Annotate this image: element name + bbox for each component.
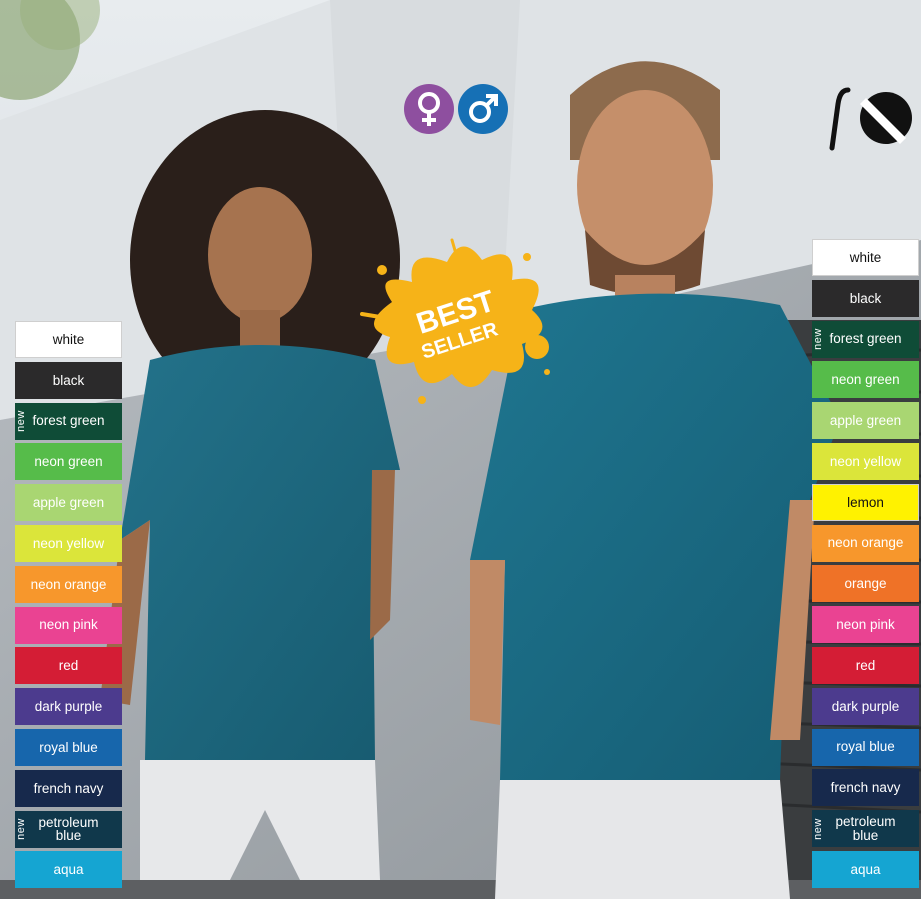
swatch-label: neon pink (39, 617, 98, 633)
color-swatch: lemon (812, 483, 919, 521)
swatch-label: dark purple (831, 698, 900, 714)
swatch-label: neon orange (30, 576, 107, 592)
color-swatch: white (15, 321, 122, 358)
swatch-label: lemon (847, 494, 884, 510)
color-swatch: neon yellow (812, 443, 919, 480)
swatch-label: orange (844, 576, 887, 592)
new-tag: new (15, 818, 27, 840)
color-swatch: white (812, 239, 919, 276)
new-tag: new (15, 410, 27, 432)
color-swatch: aqua (812, 851, 919, 888)
color-swatch: neon green (15, 443, 122, 481)
swatch-label: red (855, 657, 876, 673)
swatch-label: aqua (53, 862, 84, 878)
color-swatch: royal blue (812, 728, 919, 766)
best-seller-badge: BEST SELLER (360, 238, 550, 404)
woman-model (100, 110, 400, 880)
color-swatch: apple green (812, 402, 919, 440)
color-swatch: dark purple (15, 688, 122, 726)
swatch-label: white (52, 331, 85, 347)
swatch-label: petroleum blue (835, 814, 896, 843)
color-swatch: neon orange (15, 565, 122, 603)
color-swatch: red (812, 647, 919, 684)
swatch-label: french navy (33, 780, 104, 796)
color-swatch: new forest green (812, 320, 919, 358)
color-swatch: new petroleum blue (812, 810, 919, 848)
female-symbol-icon (404, 84, 454, 134)
color-swatch: aqua (15, 851, 122, 889)
swatch-label: neon green (831, 372, 900, 388)
swatch-label: white (849, 249, 882, 265)
new-tag: new (812, 328, 824, 350)
color-swatch: neon yellow (15, 525, 122, 562)
color-swatch: new forest green (15, 402, 122, 440)
swatch-label: black (52, 372, 85, 388)
swatch-label: forest green (829, 331, 902, 347)
swatch-label: red (58, 658, 79, 674)
swatch-label: royal blue (836, 739, 895, 755)
color-swatch: new petroleum blue (15, 810, 122, 848)
swatch-label: apple green (829, 412, 902, 428)
color-swatch: apple green (15, 484, 122, 522)
color-swatch: black (15, 361, 122, 399)
swatch-label: aqua (850, 861, 881, 877)
color-swatch: french navy (812, 769, 919, 807)
swatch-label: royal blue (39, 739, 98, 755)
color-swatch: neon orange (812, 524, 919, 562)
color-swatch: dark purple (812, 687, 919, 725)
models-photo (0, 0, 921, 899)
swatch-label: dark purple (34, 698, 103, 714)
brand-logo-icon (829, 87, 912, 151)
swatch-label: apple green (32, 494, 105, 510)
color-swatch: neon pink (15, 606, 122, 644)
color-swatch: french navy (15, 769, 122, 807)
product-photo-scene: BEST SELLER white black new forest green neo… (0, 0, 921, 899)
swatch-label: french navy (830, 780, 901, 796)
color-swatch: orange (812, 565, 919, 603)
male-symbol-icon (458, 84, 508, 134)
color-swatch: black (812, 279, 919, 317)
swatch-label: petroleum blue (38, 814, 99, 844)
swatch-label: black (849, 290, 882, 306)
swatch-label: neon pink (836, 616, 895, 632)
color-swatch: neon pink (812, 606, 919, 644)
color-swatch: neon green (812, 361, 919, 399)
new-tag: new (812, 817, 824, 840)
color-swatch: royal blue (15, 729, 122, 766)
swatch-label: neon green (34, 454, 103, 470)
swatch-label: neon yellow (829, 453, 902, 469)
swatch-label: forest green (32, 413, 105, 429)
color-swatch: red (15, 647, 122, 685)
swatch-label: neon orange (827, 535, 904, 551)
swatch-label: neon yellow (32, 535, 105, 551)
